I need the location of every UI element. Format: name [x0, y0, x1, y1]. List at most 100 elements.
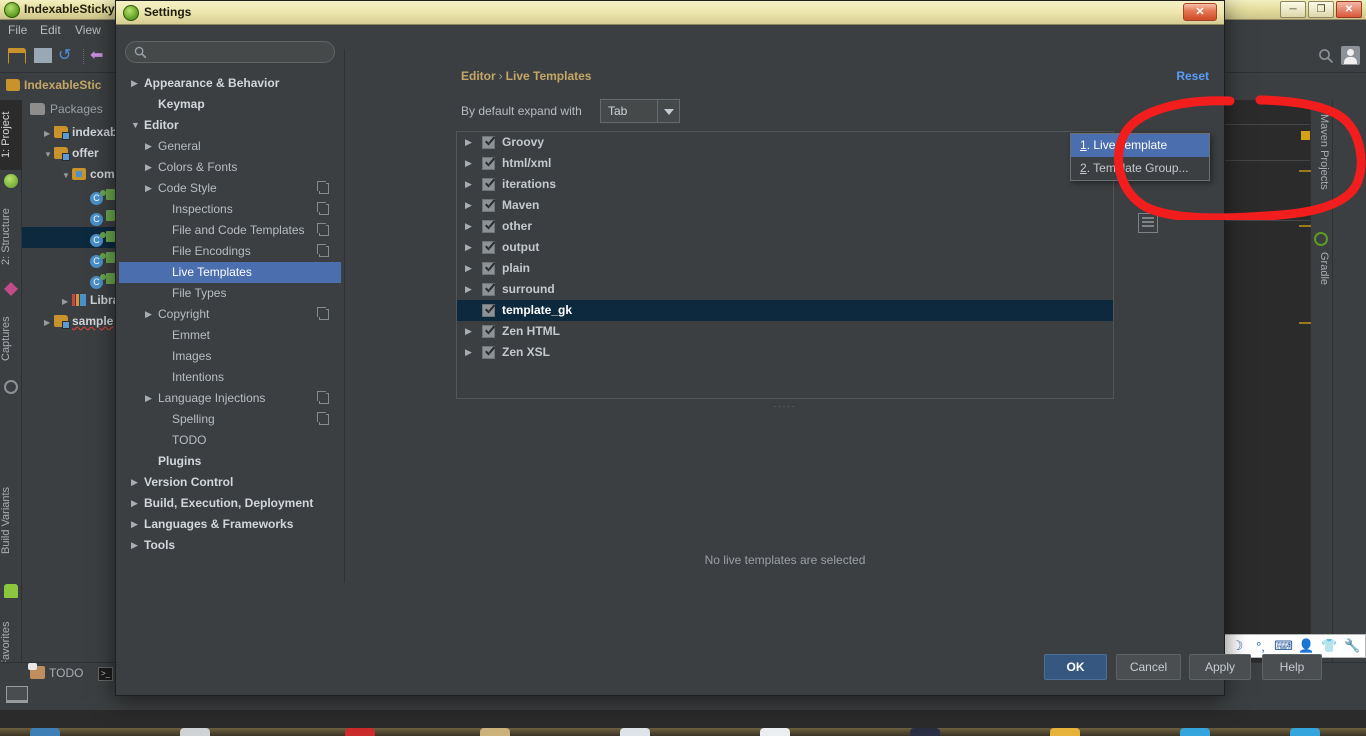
- sidebar-item-spelling[interactable]: Spelling: [119, 409, 341, 430]
- chevron-right-icon[interactable]: ▶: [465, 237, 472, 258]
- sidebar-item-file-types[interactable]: File Types: [119, 283, 341, 304]
- group-checkbox[interactable]: [482, 241, 495, 254]
- show-desktop-icon[interactable]: [6, 686, 28, 703]
- sidebar-item-emmet[interactable]: Emmet: [119, 325, 341, 346]
- close-icon[interactable]: ✕: [1336, 1, 1362, 18]
- menu-file[interactable]: File: [8, 23, 27, 37]
- table-row[interactable]: ▶ surround: [457, 279, 1113, 300]
- chevron-down-icon[interactable]: ▼: [44, 144, 54, 165]
- table-row[interactable]: ▶ iterations: [457, 174, 1113, 195]
- cancel-button[interactable]: Cancel: [1116, 654, 1181, 680]
- copy-settings-icon[interactable]: [317, 244, 329, 257]
- sidebar-item-project[interactable]: 1: Project: [0, 100, 22, 170]
- group-checkbox[interactable]: [482, 178, 495, 191]
- chevron-right-icon[interactable]: ▶: [465, 279, 472, 300]
- chevron-down-icon[interactable]: ▼: [131, 115, 140, 136]
- sidebar-item-inspections[interactable]: Inspections: [119, 199, 341, 220]
- sidebar-item-code-style[interactable]: ▶ Code Style: [119, 178, 341, 199]
- chevron-right-icon[interactable]: ▶: [62, 291, 72, 312]
- sidebar-item-keymap[interactable]: Keymap: [119, 94, 341, 115]
- save-all-icon[interactable]: [34, 48, 52, 63]
- group-checkbox[interactable]: [482, 136, 495, 149]
- sidebar-item-general[interactable]: ▶ General: [119, 136, 341, 157]
- search-icon[interactable]: [1318, 48, 1334, 64]
- group-checkbox[interactable]: [482, 325, 495, 338]
- chevron-right-icon[interactable]: ▶: [145, 304, 152, 325]
- copy-settings-icon[interactable]: [317, 391, 329, 404]
- table-row[interactable]: ▶ html/xml: [457, 153, 1113, 174]
- status-todo[interactable]: TODO: [28, 663, 83, 680]
- chevron-right-icon[interactable]: ▶: [465, 321, 472, 342]
- terminal-icon[interactable]: >_: [98, 667, 113, 681]
- sidebar-item-colors-fonts[interactable]: ▶ Colors & Fonts: [119, 157, 341, 178]
- chevron-right-icon[interactable]: ▶: [145, 136, 152, 157]
- restore-button[interactable]: ❐: [1308, 1, 1334, 18]
- sync-icon[interactable]: ↺: [58, 48, 76, 65]
- sidebar-item-todo[interactable]: TODO: [119, 430, 341, 451]
- sidebar-item-build-variants[interactable]: Build Variants: [0, 465, 22, 575]
- chevron-down-icon[interactable]: ▼: [62, 165, 72, 186]
- chevron-down-icon[interactable]: [657, 100, 679, 122]
- chevron-right-icon[interactable]: ▶: [465, 258, 472, 279]
- minimize-button[interactable]: ─: [1280, 1, 1306, 18]
- ime-moon-icon[interactable]: ☽: [1228, 638, 1247, 654]
- apply-button[interactable]: Apply: [1189, 654, 1251, 680]
- menu-item-live-template[interactable]: 1. Live Template: [1071, 134, 1209, 157]
- nav-divider[interactable]: [344, 49, 345, 583]
- sidebar-item-plugins[interactable]: Plugins: [119, 451, 341, 472]
- chevron-right-icon[interactable]: ▶: [131, 472, 138, 493]
- group-checkbox[interactable]: [482, 157, 495, 170]
- menu-item-template-group[interactable]: 2. Template Group...: [1071, 157, 1209, 180]
- sidebar-item-appearance-behavior[interactable]: ▶ Appearance & Behavior: [119, 73, 341, 94]
- shirt-icon[interactable]: 👕: [1320, 638, 1339, 654]
- copy-settings-icon[interactable]: [317, 223, 329, 236]
- sidebar-item-file-and-code-templates[interactable]: File and Code Templates: [119, 220, 341, 241]
- chevron-right-icon[interactable]: ▶: [465, 174, 472, 195]
- chevron-right-icon[interactable]: ▶: [145, 157, 152, 178]
- sidebar-item-tools[interactable]: ▶ Tools: [119, 535, 341, 556]
- expand-key-select[interactable]: Tab: [600, 99, 680, 123]
- group-checkbox[interactable]: [482, 346, 495, 359]
- open-folder-icon[interactable]: [8, 48, 26, 65]
- menu-view[interactable]: View: [75, 23, 101, 37]
- chevron-right-icon[interactable]: ▶: [465, 195, 472, 216]
- chevron-right-icon[interactable]: ▶: [465, 216, 472, 237]
- copy-settings-icon[interactable]: [317, 412, 329, 425]
- table-row[interactable]: ▶ output: [457, 237, 1113, 258]
- chevron-right-icon[interactable]: ▶: [44, 312, 54, 333]
- sidebar-item-maven-projects[interactable]: Maven Projects: [1318, 114, 1330, 224]
- copy-settings-icon[interactable]: [317, 181, 329, 194]
- sidebar-item-language-injections[interactable]: ▶ Language Injections: [119, 388, 341, 409]
- sidebar-item-file-encodings[interactable]: File Encodings: [119, 241, 341, 262]
- ok-button[interactable]: OK: [1044, 654, 1107, 680]
- reset-link[interactable]: Reset: [1176, 69, 1209, 83]
- table-row[interactable]: ▶ Zen HTML: [457, 321, 1113, 342]
- table-row[interactable]: ▶ other: [457, 216, 1113, 237]
- sidebar-item-languages-frameworks[interactable]: ▶ Languages & Frameworks: [119, 514, 341, 535]
- group-checkbox[interactable]: [482, 283, 495, 296]
- sidebar-item-editor[interactable]: ▼ Editor: [119, 115, 341, 136]
- undo-icon[interactable]: ⬅: [90, 48, 108, 65]
- chevron-right-icon[interactable]: ▶: [131, 493, 138, 514]
- sidebar-item-gradle[interactable]: Gradle: [1318, 252, 1330, 308]
- group-checkbox[interactable]: [482, 199, 495, 212]
- chevron-right-icon[interactable]: ▶: [131, 514, 138, 535]
- table-row[interactable]: ▶ Maven: [457, 195, 1113, 216]
- sidebar-item-structure[interactable]: 2: Structure: [0, 195, 22, 279]
- sidebar-item-live-templates[interactable]: Live Templates: [119, 262, 341, 283]
- sidebar-item-copyright[interactable]: ▶ Copyright: [119, 304, 341, 325]
- search-input[interactable]: [152, 43, 328, 62]
- chevron-right-icon[interactable]: ▶: [44, 123, 54, 144]
- chevron-right-icon[interactable]: ▶: [145, 178, 152, 199]
- chevron-right-icon[interactable]: ▶: [131, 73, 138, 94]
- chevron-right-icon[interactable]: ▶: [465, 342, 472, 363]
- copy-settings-icon[interactable]: [317, 307, 329, 320]
- sidebar-item-captures[interactable]: Captures: [0, 302, 22, 376]
- table-row[interactable]: template_gk: [457, 300, 1113, 321]
- group-checkbox[interactable]: [482, 220, 495, 233]
- search-field-wrapper[interactable]: [125, 41, 335, 63]
- group-checkbox[interactable]: [482, 304, 495, 317]
- pane-splitter[interactable]: :::::: [456, 400, 1114, 413]
- help-button[interactable]: Help: [1262, 654, 1322, 680]
- table-row[interactable]: ▶ Zen XSL: [457, 342, 1113, 363]
